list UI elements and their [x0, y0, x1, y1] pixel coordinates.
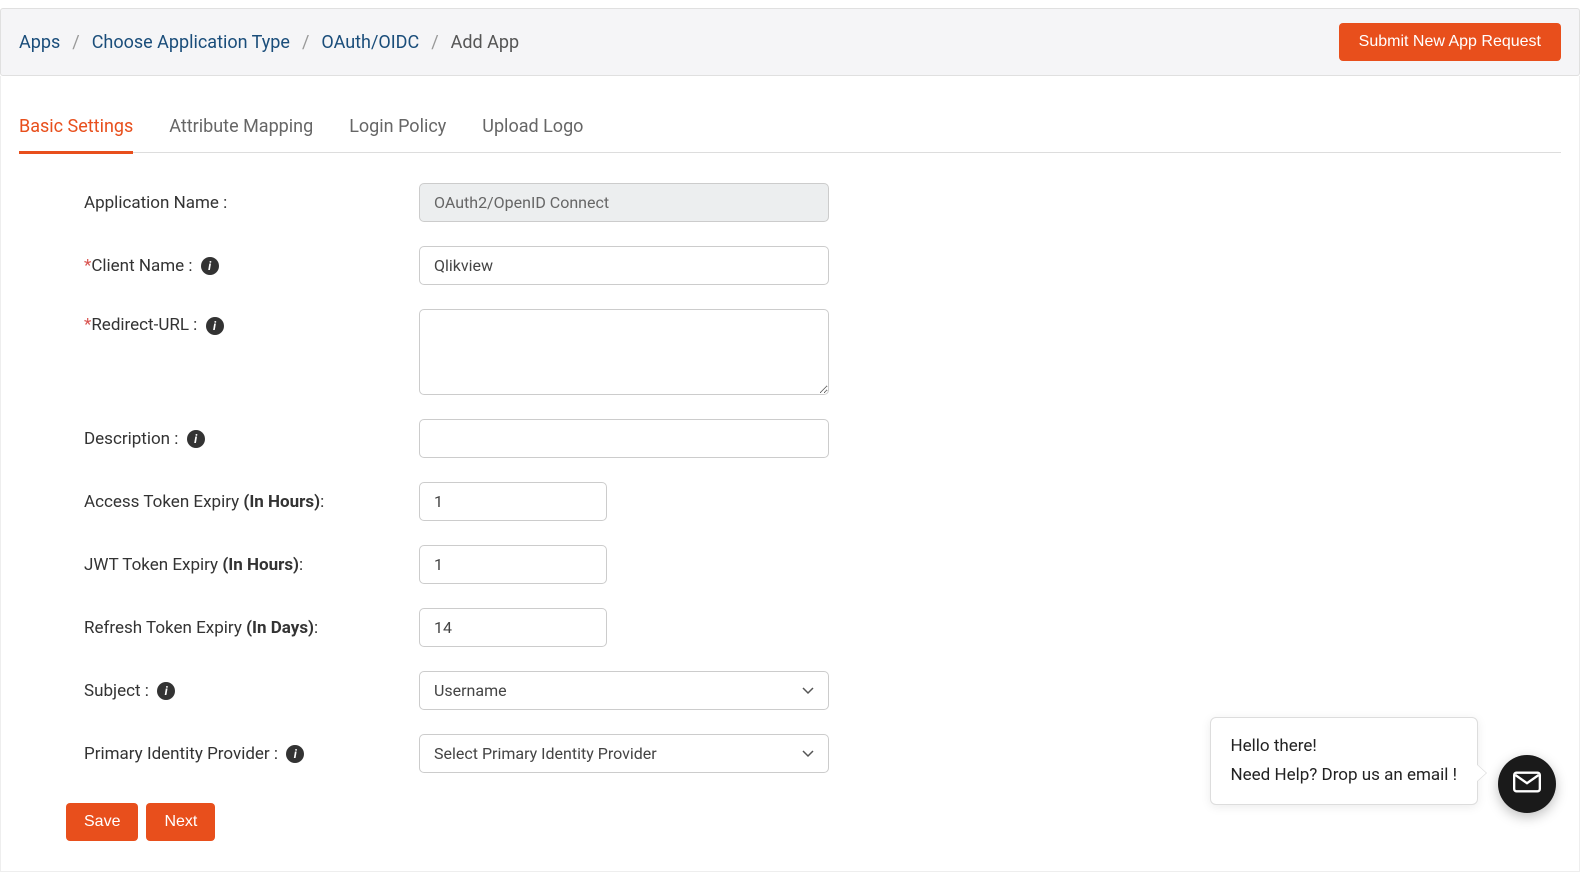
next-button[interactable]: Next: [146, 803, 215, 841]
info-icon[interactable]: i: [157, 682, 175, 700]
mail-icon: [1513, 771, 1541, 797]
description-label: Description : i: [84, 429, 419, 449]
redirect-url-label: *Redirect-URL : i: [84, 309, 419, 335]
application-name-label: Application Name :: [84, 193, 419, 213]
chat-fab-button[interactable]: [1498, 755, 1556, 813]
tab-basic-settings[interactable]: Basic Settings: [19, 116, 133, 154]
access-token-expiry-label: Access Token Expiry (In Hours):: [84, 492, 419, 512]
application-name-input: [419, 183, 829, 222]
redirect-url-input[interactable]: [419, 309, 829, 395]
breadcrumb-sep: /: [72, 32, 79, 53]
refresh-token-expiry-label: Refresh Token Expiry (In Days):: [84, 618, 419, 638]
access-token-expiry-input[interactable]: [419, 482, 607, 521]
breadcrumb: Apps / Choose Application Type / OAuth/O…: [19, 32, 519, 53]
save-button[interactable]: Save: [66, 803, 138, 841]
client-name-label: *Client Name : i: [84, 256, 419, 276]
subject-label: Subject : i: [84, 681, 419, 701]
tab-login-policy[interactable]: Login Policy: [349, 116, 446, 154]
client-name-input[interactable]: [419, 246, 829, 285]
breadcrumb-oauth-oidc[interactable]: OAuth/OIDC: [321, 32, 419, 53]
info-icon[interactable]: i: [206, 317, 224, 335]
refresh-token-expiry-input[interactable]: [419, 608, 607, 647]
jwt-token-expiry-label: JWT Token Expiry (In Hours):: [84, 555, 419, 575]
info-icon[interactable]: i: [201, 257, 219, 275]
chat-help-popup: Hello there! Need Help? Drop us an email…: [1210, 717, 1479, 805]
breadcrumb-sep: /: [302, 32, 309, 53]
subject-select[interactable]: Username: [419, 671, 829, 710]
primary-idp-select[interactable]: Select Primary Identity Provider: [419, 734, 829, 773]
chat-greeting: Hello there!: [1231, 732, 1458, 761]
submit-new-app-request-button[interactable]: Submit New App Request: [1339, 23, 1561, 61]
breadcrumb-bar: Apps / Choose Application Type / OAuth/O…: [0, 8, 1580, 76]
primary-idp-label: Primary Identity Provider : i: [84, 744, 419, 764]
tab-attribute-mapping[interactable]: Attribute Mapping: [169, 116, 313, 154]
tabs: Basic Settings Attribute Mapping Login P…: [19, 96, 1561, 153]
tab-upload-logo[interactable]: Upload Logo: [482, 116, 583, 154]
breadcrumb-current: Add App: [451, 32, 519, 53]
jwt-token-expiry-input[interactable]: [419, 545, 607, 584]
breadcrumb-sep: /: [431, 32, 438, 53]
description-input[interactable]: [419, 419, 829, 458]
chat-help-text: Need Help? Drop us an email !: [1231, 761, 1458, 790]
breadcrumb-apps[interactable]: Apps: [19, 32, 60, 53]
info-icon[interactable]: i: [187, 430, 205, 448]
info-icon[interactable]: i: [286, 745, 304, 763]
breadcrumb-choose-app-type[interactable]: Choose Application Type: [92, 32, 290, 53]
